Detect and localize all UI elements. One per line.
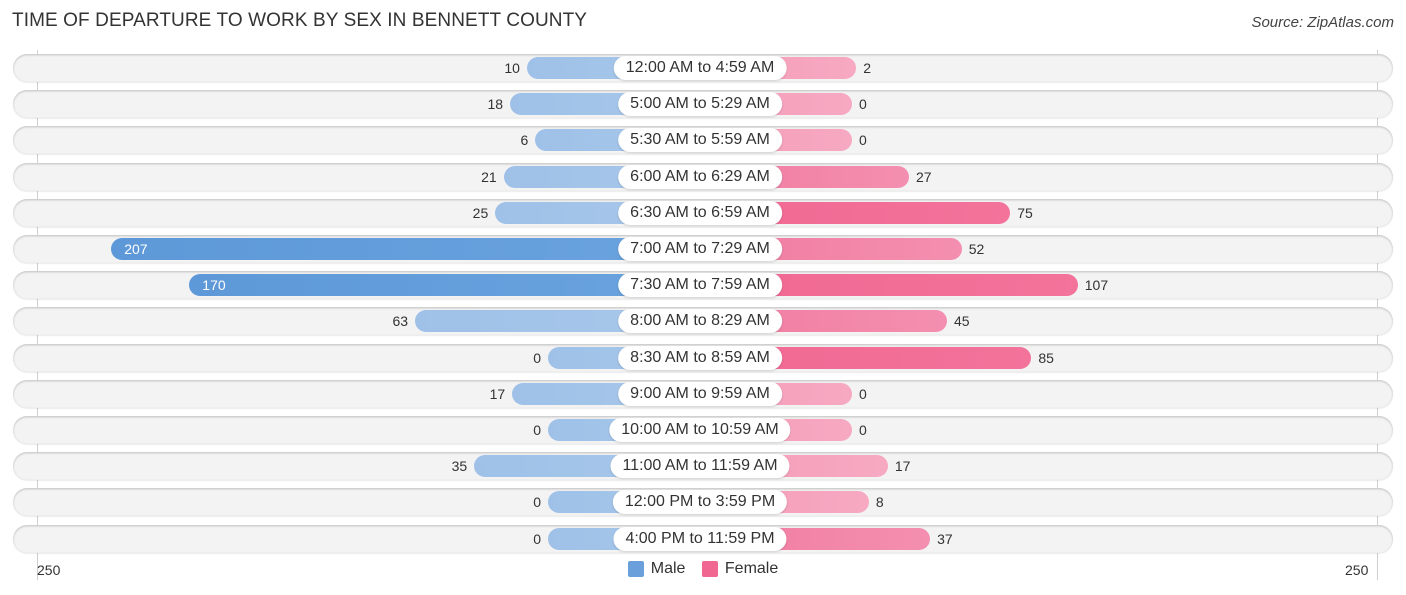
value-label-male: 207: [124, 241, 148, 257]
legend-swatch-female: [701, 561, 718, 577]
value-label-male: 63: [392, 313, 409, 330]
value-label-male: 35: [451, 458, 468, 475]
value-label-male: 0: [533, 422, 541, 438]
legend-label-male: Male: [650, 560, 686, 577]
category-label: 10:00 AM to 10:59 AM: [609, 418, 791, 442]
value-label-female: 0: [859, 385, 867, 402]
value-label-male: 0: [533, 494, 541, 511]
value-label-female: 0: [859, 422, 867, 438]
value-label-male: 10: [504, 60, 520, 76]
value-label-female: 45: [953, 313, 970, 330]
value-label-female: 37: [937, 530, 953, 547]
value-label-male: 17: [489, 385, 506, 402]
value-label-female: 0: [859, 96, 867, 113]
diverging-bar-chart: 10 2 12:00 AM to 4:59 AM 18 0 5:00 AM to 5:29…: [0, 0, 1406, 595]
value-label-female: 0: [859, 132, 867, 149]
category-label: 7:30 AM to 7:59 AM: [618, 273, 782, 298]
value-label-female: 52: [968, 241, 985, 257]
value-label-female: 2: [863, 60, 872, 76]
category-label: 12:00 AM to 4:59 AM: [613, 56, 787, 80]
category-label: 4:00 PM to 11:59 PM: [613, 526, 787, 551]
category-label: 9:00 AM to 9:59 AM: [618, 381, 782, 406]
value-label-male: 170: [202, 277, 226, 294]
legend-item-female[interactable]: Female: [701, 560, 779, 578]
value-label-female: 85: [1038, 349, 1054, 366]
category-label: 5:30 AM to 5:59 AM: [618, 128, 782, 153]
category-label: 12:00 PM to 3:59 PM: [612, 490, 788, 515]
value-label-female: 8: [875, 494, 884, 511]
value-label-female: 75: [1017, 204, 1033, 221]
category-label: 8:30 AM to 8:59 AM: [618, 345, 782, 370]
bar-male[interactable]: [111, 238, 700, 260]
category-label: 11:00 AM to 11:59 AM: [610, 454, 790, 479]
value-label-male: 18: [487, 96, 504, 113]
category-label: 5:00 AM to 5:29 AM: [618, 92, 782, 117]
legend-label-female: Female: [724, 560, 779, 577]
legend-swatch-male: [627, 561, 644, 577]
value-label-male: 0: [533, 530, 541, 547]
category-label: 7:00 AM to 7:29 AM: [618, 237, 782, 261]
value-label-male: 6: [520, 132, 529, 149]
legend-item-male[interactable]: Male: [627, 560, 686, 578]
value-label-male: 25: [472, 204, 489, 221]
value-label-female: 107: [1084, 277, 1109, 294]
value-label-female: 27: [915, 168, 932, 185]
category-label: 8:00 AM to 8:29 AM: [618, 309, 782, 334]
category-label: 6:30 AM to 6:59 AM: [618, 200, 782, 225]
value-label-male: 0: [533, 349, 541, 366]
value-label-male: 21: [481, 168, 497, 185]
value-label-female: 17: [894, 458, 911, 475]
legend: Male Female: [0, 560, 1406, 582]
category-label: 6:00 AM to 6:29 AM: [618, 164, 782, 189]
